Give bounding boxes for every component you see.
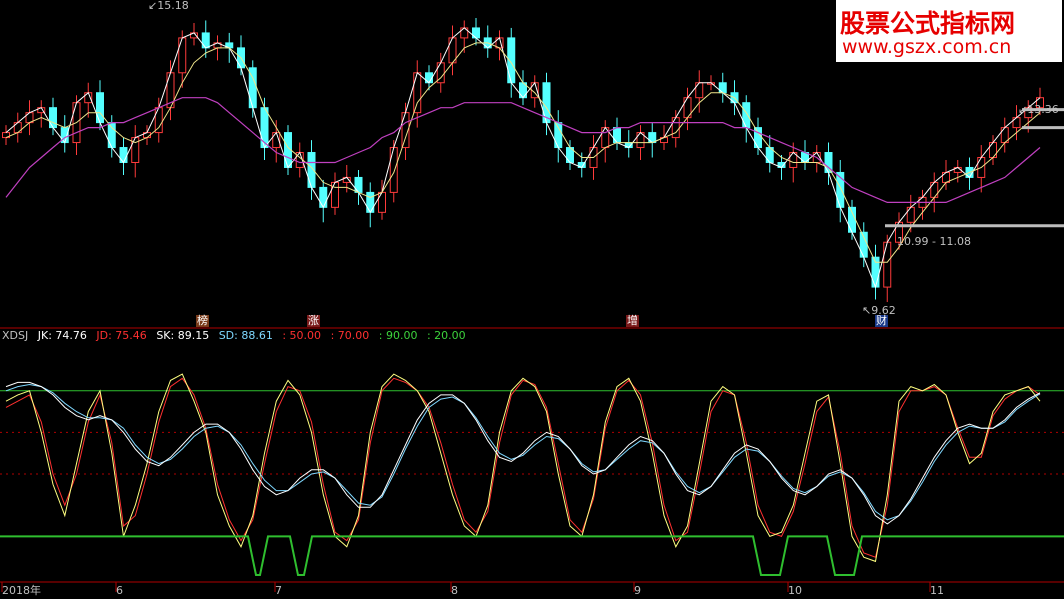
- candle-body: [154, 107, 163, 134]
- signal-marker[interactable]: 财: [875, 315, 888, 327]
- x-tick-label: 11: [930, 584, 944, 597]
- candle-body: [354, 176, 363, 193]
- legend-jk: JK: 74.76: [37, 329, 87, 342]
- legend-level-50: : 50.00: [282, 329, 322, 342]
- candle-body: [378, 191, 386, 213]
- x-tick-label: 10: [788, 584, 802, 597]
- legend-level-90: : 90.00: [378, 329, 418, 342]
- legend-jd: JD: 75.46: [96, 329, 147, 342]
- legend-name: XDSJ: [2, 329, 29, 342]
- candle-body: [178, 37, 187, 74]
- watermark-url: www.gszx.com.cn: [842, 36, 1012, 58]
- signal-marker[interactable]: 榜: [196, 315, 209, 327]
- x-tick-label: 8: [451, 584, 458, 597]
- watermark: 股票公式指标网 www.gszx.com.cn: [836, 0, 1062, 62]
- signal-marker[interactable]: 涨: [307, 315, 320, 327]
- x-tick-label: 2018年: [2, 584, 41, 597]
- x-tick-label: 7: [275, 584, 282, 597]
- candle-body: [96, 92, 104, 124]
- jk-line: [5, 373, 1041, 563]
- sk-line: [5, 381, 1041, 525]
- candle-body: [260, 107, 269, 149]
- legend-sd: SD: 88.61: [218, 329, 273, 342]
- legend-sk: SK: 89.15: [156, 329, 210, 342]
- candle-body: [119, 147, 128, 163]
- candle-body: [695, 82, 704, 99]
- candle-body: [742, 102, 751, 129]
- annotation-high: ↙15.18: [148, 0, 189, 12]
- candle-body: [883, 241, 892, 288]
- candle-body: [413, 72, 422, 114]
- annotation-level1: ↙13.36 -: [1018, 103, 1064, 116]
- candle-body: [49, 107, 57, 129]
- indicator-lines: [0, 373, 1064, 576]
- candle-body: [754, 127, 762, 149]
- candle-body: [554, 122, 563, 149]
- candle-body: [613, 127, 621, 144]
- legend-level-20: : 20.00: [426, 329, 466, 342]
- level-20-line: [0, 535, 1064, 576]
- candle-body: [989, 142, 997, 159]
- candle-body: [389, 147, 398, 193]
- candle-body: [107, 122, 116, 149]
- x-tick-label: 6: [116, 584, 123, 597]
- candle-body: [366, 191, 375, 213]
- candle-body: [848, 206, 856, 233]
- candle-body: [906, 206, 915, 223]
- watermark-title: 股票公式指标网: [840, 9, 1016, 38]
- candle-body: [671, 117, 680, 139]
- annotation-range: 10.99 - 11.08: [897, 235, 971, 248]
- x-tick-label: 9: [634, 584, 641, 597]
- candle-body: [201, 32, 210, 49]
- indicator-legend: XDSJ JK: 74.76 JD: 75.46 SK: 89.15 SD: 8…: [2, 330, 472, 342]
- chart-grid: [0, 327, 1064, 592]
- signal-marker[interactable]: 增: [626, 315, 639, 327]
- moving-average-lines: [5, 27, 1064, 289]
- candle-body: [319, 186, 328, 208]
- legend-level-70: : 70.00: [330, 329, 370, 342]
- chart-canvas: [0, 17, 1064, 592]
